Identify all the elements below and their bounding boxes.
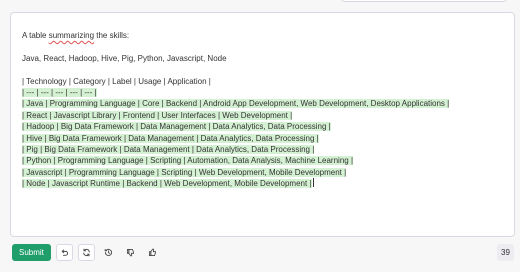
generated-text: | --- | --- | --- | --- | --- | bbox=[22, 87, 97, 97]
thumbs-down-button[interactable] bbox=[122, 244, 139, 261]
skills-line: Java, React, Hadoop, Hive, Pig, Python, … bbox=[22, 53, 227, 63]
toolbar: Submit bbox=[12, 244, 166, 261]
table-row: | Hive | Big Data Framework | Data Manag… bbox=[22, 133, 504, 144]
table-row: | --- | --- | --- | --- | --- | bbox=[22, 87, 504, 98]
top-input-field[interactable] bbox=[340, 0, 508, 2]
generated-text: | Java | Programming Language | Core | B… bbox=[22, 99, 450, 109]
generated-text: | Pig | Big Data Framework | Data Manage… bbox=[22, 144, 315, 154]
intro-prefix: A table bbox=[22, 31, 49, 40]
table-header-row: | Technology | Category | Label | Usage … bbox=[22, 76, 211, 86]
thumbs-up-icon bbox=[148, 248, 156, 257]
table-row: | Python | Programming Language | Script… bbox=[22, 155, 504, 166]
thumbs-up-button[interactable] bbox=[144, 244, 161, 261]
generated-text: | Javascript | Programming Language | Sc… bbox=[22, 167, 347, 177]
misspelled-word: summarizing bbox=[48, 31, 95, 40]
table-row: | Hadoop | Big Data Framework | Data Man… bbox=[22, 121, 504, 132]
undo-button[interactable] bbox=[55, 244, 73, 261]
text-cursor bbox=[312, 178, 314, 188]
undo-icon bbox=[61, 249, 68, 256]
submit-button[interactable]: Submit bbox=[12, 244, 51, 261]
history-button[interactable] bbox=[100, 244, 117, 261]
generated-text: | React | Javascript Library | Frontend … bbox=[22, 110, 293, 120]
table-row: | Pig | Big Data Framework | Data Manage… bbox=[22, 144, 504, 155]
generated-text: | Hadoop | Big Data Framework | Data Man… bbox=[22, 122, 331, 132]
history-icon bbox=[104, 248, 112, 256]
token-count-badge: 39 bbox=[497, 244, 514, 261]
regenerate-icon bbox=[83, 248, 90, 257]
table-row: | Javascript | Programming Language | Sc… bbox=[22, 167, 504, 178]
thumbs-down-icon bbox=[126, 248, 134, 257]
intro-suffix: the skills: bbox=[94, 31, 130, 40]
table-row: | Java | Programming Language | Core | B… bbox=[22, 98, 504, 109]
regenerate-button[interactable] bbox=[77, 244, 95, 261]
generated-text: | Node | Javascript Runtime | Backend | … bbox=[22, 179, 312, 189]
table-row: | Node | Javascript Runtime | Backend | … bbox=[22, 178, 504, 189]
table-row: | React | Javascript Library | Frontend … bbox=[22, 110, 504, 121]
generated-text: | Python | Programming Language | Script… bbox=[22, 156, 354, 166]
generated-text: | Hive | Big Data Framework | Data Manag… bbox=[22, 133, 319, 143]
intro-line: A table summarizing the skills: bbox=[22, 30, 504, 41]
prompt-editor[interactable]: A table summarizing the skills: Java, Re… bbox=[10, 12, 515, 237]
